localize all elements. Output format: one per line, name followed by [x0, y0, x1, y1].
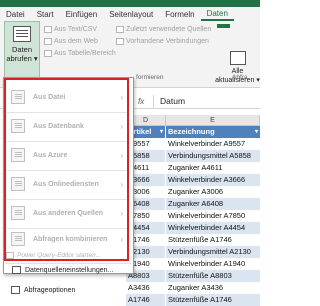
cloud-icon	[11, 177, 25, 191]
web-icon	[44, 37, 52, 45]
group-label-queries: Abfra	[232, 74, 248, 81]
menu-item-from-other-sources[interactable]: Aus anderen Quellen ›	[7, 199, 129, 227]
tab-einfuegen[interactable]: Einfügen	[60, 10, 104, 19]
ribbon-tabs: Datei Start Einfügen Seitenlayout Formel…	[0, 7, 260, 21]
refresh-icon	[229, 51, 246, 65]
menu-item-from-database[interactable]: Aus Datenbank ›	[7, 112, 129, 140]
chevron-right-icon: ›	[120, 234, 123, 244]
header-bezeichnung[interactable]: Bezeichnung	[166, 126, 260, 138]
tab-seitenlayout[interactable]: Seitenlayout	[103, 10, 159, 19]
database-icon	[13, 26, 31, 42]
menu-item-query-options[interactable]: Abfrageoptionen	[5, 284, 133, 296]
get-data-label: Daten abrufen ▾	[6, 45, 38, 63]
power-query-icon	[6, 252, 14, 259]
table-icon	[44, 49, 52, 57]
menu-item-launch-power-query[interactable]: Power Query-Editor starten...	[6, 252, 101, 259]
column-header-e[interactable]: E	[166, 115, 260, 126]
title-bar	[0, 0, 260, 7]
chevron-right-icon: ›	[120, 121, 123, 131]
chevron-right-icon: ›	[120, 179, 123, 189]
get-data-button[interactable]: Daten abrufen ▾	[4, 21, 40, 79]
active-indicator	[217, 24, 230, 28]
azure-icon	[11, 148, 25, 162]
settings-icon	[12, 266, 21, 274]
group-label-transform: formieren	[136, 74, 164, 81]
recent-sources-button[interactable]: Zuletzt verwendete Quellen	[116, 23, 211, 35]
tab-formeln[interactable]: Formeln	[159, 10, 200, 19]
tab-daten[interactable]: Daten	[200, 7, 234, 21]
text-file-icon	[44, 25, 52, 33]
function-icon[interactable]: fx	[138, 97, 144, 106]
menu-item-from-file[interactable]: Aus Datei ›	[7, 83, 129, 111]
other-sources-icon	[11, 206, 25, 220]
recent-icon	[116, 25, 124, 33]
get-data-menu: Aus Datei › Aus Datenbank › Aus Azure › …	[3, 77, 134, 274]
from-table-button[interactable]: Aus Tabelle/Bereich	[44, 47, 116, 59]
menu-item-data-source-settings[interactable]: Datenquelleneinstellungen...	[6, 264, 134, 276]
chevron-right-icon: ›	[120, 208, 123, 218]
chevron-right-icon: ›	[120, 150, 123, 160]
file-icon	[11, 90, 25, 104]
chevron-right-icon: ›	[120, 92, 123, 102]
tab-start[interactable]: Start	[31, 10, 60, 19]
menu-item-from-azure[interactable]: Aus Azure ›	[7, 141, 129, 169]
menu-item-combine-queries[interactable]: Abfragen kombinieren ›	[7, 228, 129, 250]
ribbon-left-column: Aus Text/CSV Aus dem Web Aus Tabelle/Ber…	[44, 23, 116, 59]
formula-input[interactable]: Datum	[160, 96, 185, 106]
database-icon	[11, 119, 25, 133]
combine-icon	[11, 232, 25, 246]
connections-icon	[116, 37, 124, 45]
menu-item-from-online-services[interactable]: Aus Onlinediensten ›	[7, 170, 129, 198]
existing-connections-button[interactable]: Vorhandene Verbindungen	[116, 35, 211, 47]
from-web-button[interactable]: Aus dem Web	[44, 35, 116, 47]
ribbon-right-column: Zuletzt verwendete Quellen Vorhandene Ve…	[116, 23, 211, 47]
tab-datei[interactable]: Datei	[0, 10, 31, 19]
from-text-csv-button[interactable]: Aus Text/CSV	[44, 23, 116, 35]
options-icon	[11, 286, 20, 294]
